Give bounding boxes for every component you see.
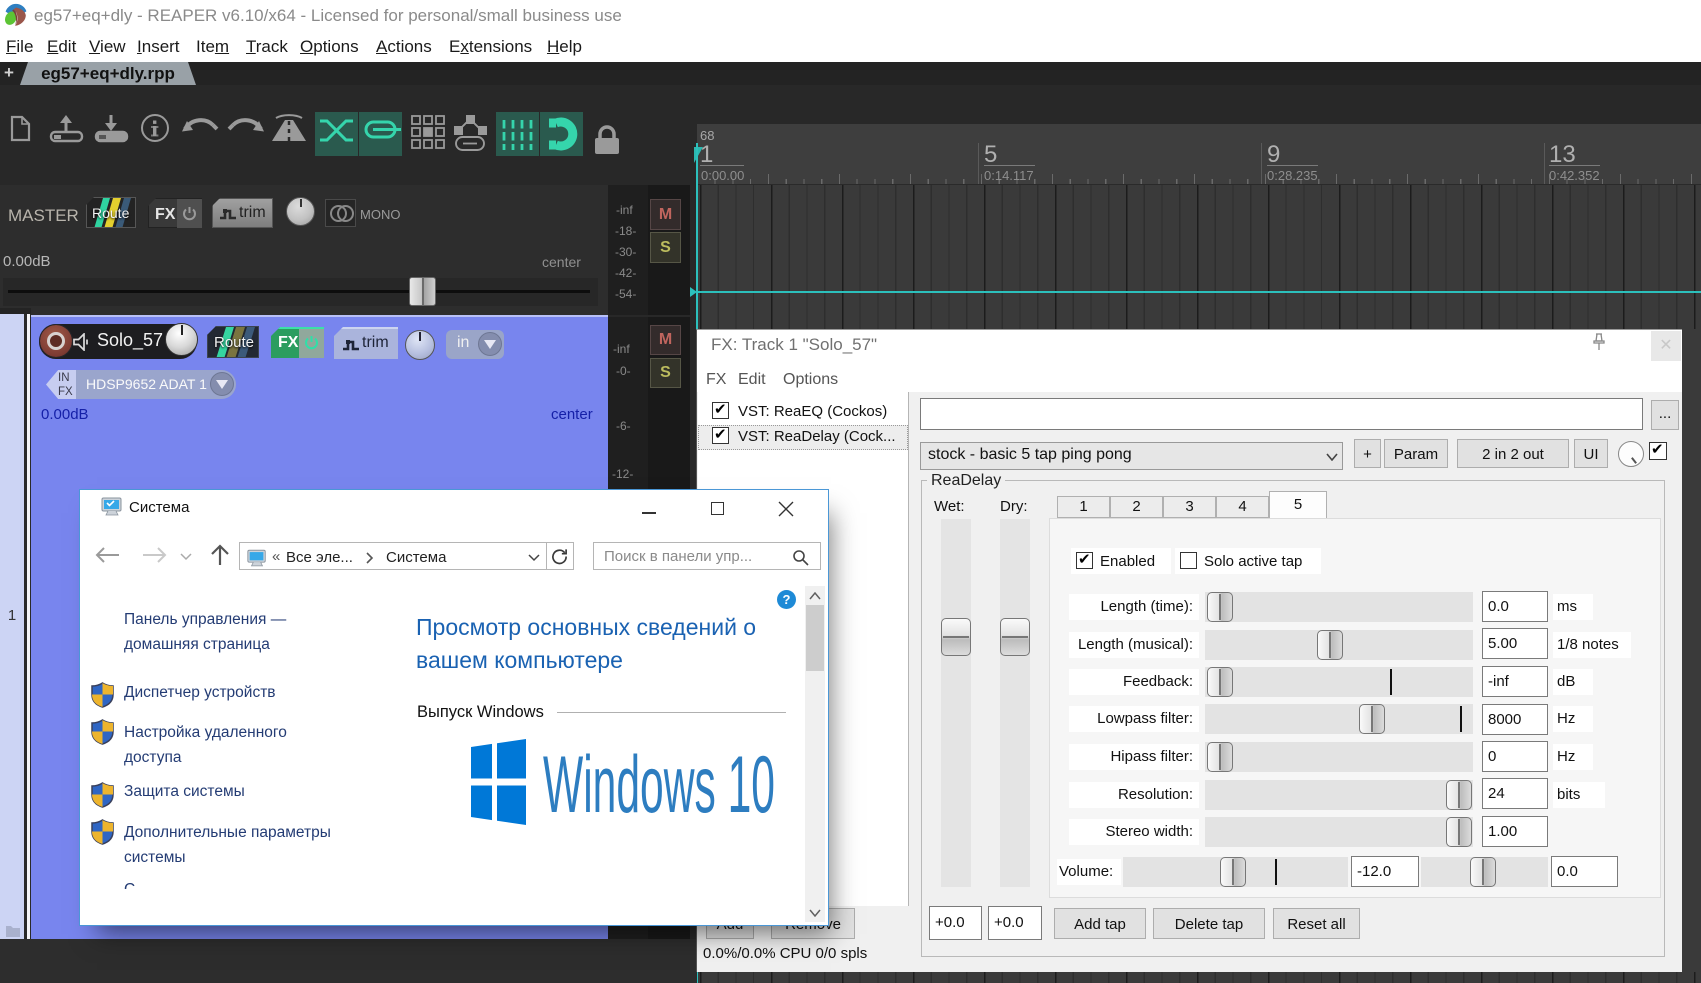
svg-text:Windows 10: Windows 10 [543,741,775,826]
